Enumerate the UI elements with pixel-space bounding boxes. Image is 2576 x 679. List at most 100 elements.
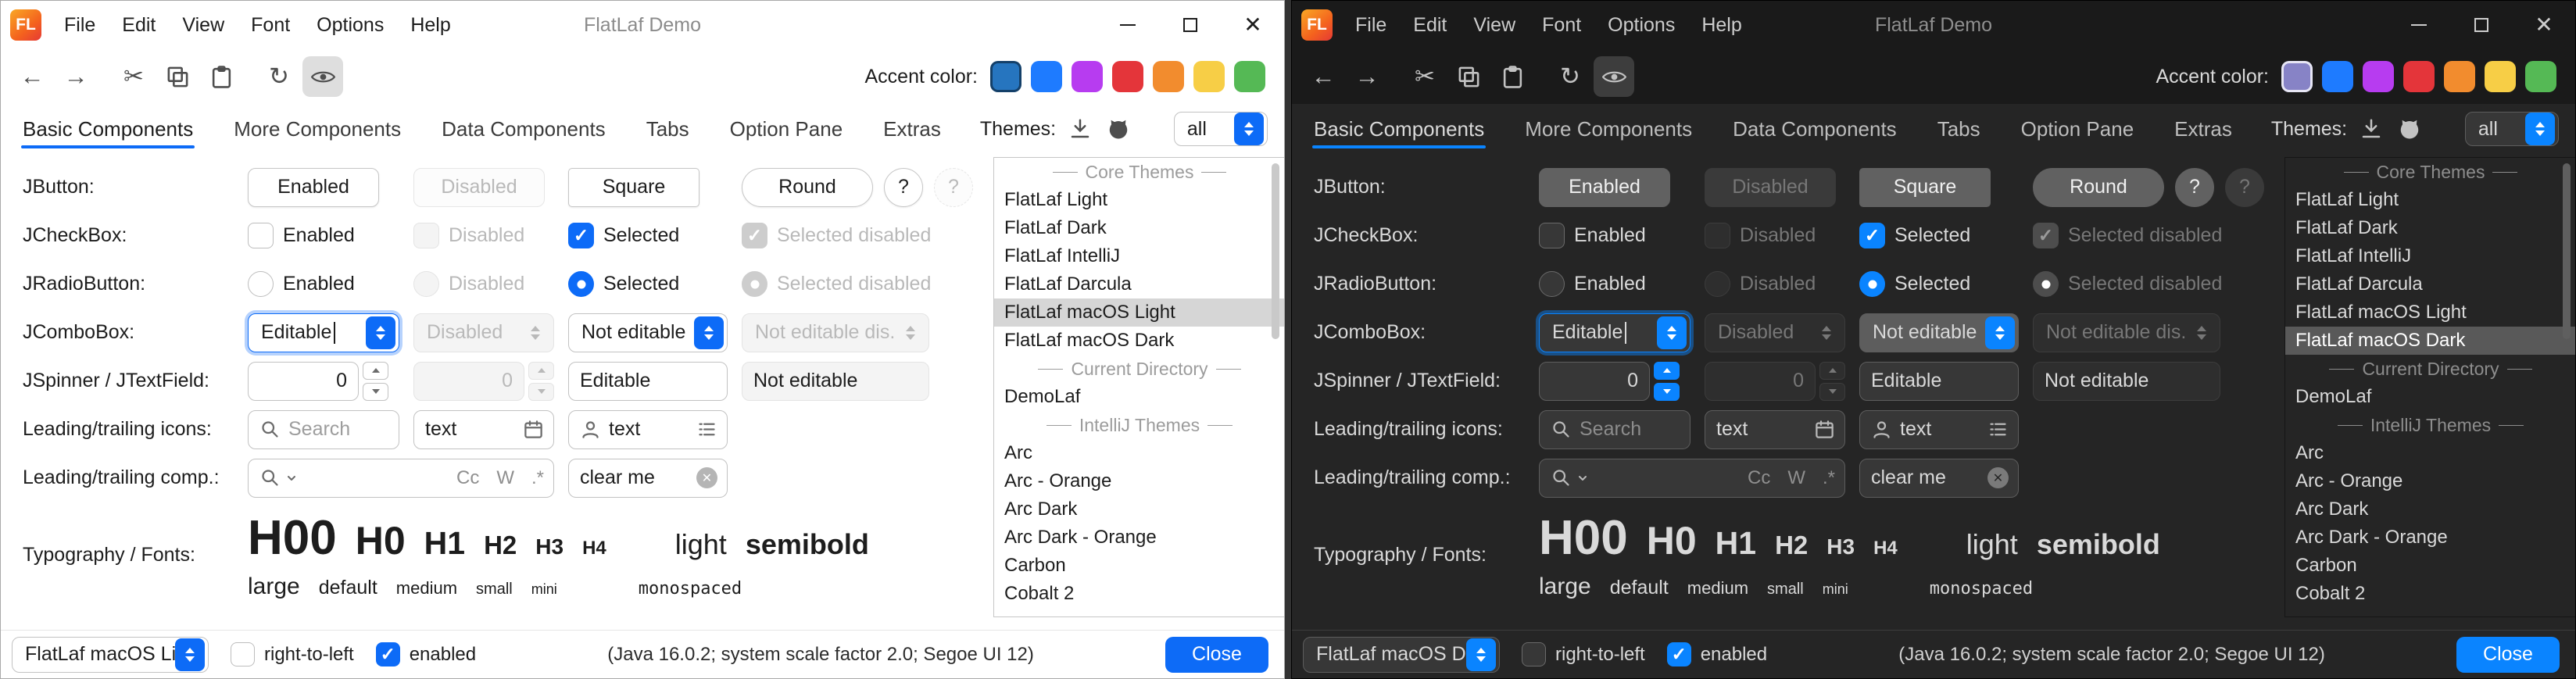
tab-option-pane[interactable]: Option Pane xyxy=(2020,104,2136,154)
checkbox-selected[interactable]: Selected xyxy=(1859,223,1970,248)
tab-more-components[interactable]: More Components xyxy=(1523,104,1694,154)
theme-list-item[interactable]: Cobalt 2 xyxy=(994,580,1284,608)
enabled-checkbox[interactable]: enabled xyxy=(1667,642,1767,666)
accent-color-swatch[interactable] xyxy=(2485,61,2516,92)
editable-textfield[interactable]: Editable xyxy=(1859,362,2019,401)
radio-selected[interactable]: Selected xyxy=(1859,271,1970,297)
editable-textfield[interactable]: Editable xyxy=(568,362,728,401)
theme-list-item[interactable]: FlatLaf Light xyxy=(2285,186,2575,214)
themes-list[interactable]: Core ThemesFlatLaf LightFlatLaf DarkFlat… xyxy=(2284,157,2575,617)
cut-button[interactable]: ✂ xyxy=(1404,56,1445,97)
right-to-left-checkbox[interactable]: right-to-left xyxy=(1522,642,1645,666)
editable-combobox[interactable]: Editable xyxy=(248,313,399,352)
cut-button[interactable]: ✂ xyxy=(113,56,154,97)
copy-button[interactable] xyxy=(1448,56,1489,97)
close-window-button[interactable]: ✕ xyxy=(2513,1,2575,49)
whole-words-button[interactable]: W xyxy=(1787,467,1805,489)
radio-enabled[interactable]: Enabled xyxy=(1539,271,1646,297)
theme-list-item[interactable]: FlatLaf macOS Dark xyxy=(2285,327,2575,355)
accent-color-swatch[interactable] xyxy=(2281,61,2313,92)
theme-list-item[interactable]: Arc - Orange xyxy=(2285,467,2575,495)
themes-scrollbar[interactable] xyxy=(2563,163,2571,339)
search-with-options-field[interactable]: Cc W .* xyxy=(248,459,554,498)
theme-list-item[interactable]: FlatLaf Light xyxy=(994,186,1284,214)
theme-list-item[interactable]: Arc Dark xyxy=(2285,495,2575,524)
theme-list-item[interactable]: FlatLaf IntelliJ xyxy=(994,242,1284,270)
clear-icon[interactable]: ✕ xyxy=(696,467,717,488)
back-button[interactable]: ← xyxy=(1303,56,1343,97)
tab-data-components[interactable]: Data Components xyxy=(440,104,607,154)
checkbox-selected[interactable]: Selected xyxy=(568,223,679,248)
enabled-checkbox[interactable]: enabled xyxy=(376,642,476,666)
theme-list-item[interactable]: Carbon xyxy=(994,552,1284,580)
accent-color-swatch[interactable] xyxy=(1193,61,1225,92)
tab-basic-components[interactable]: Basic Components xyxy=(21,104,195,154)
theme-list-item[interactable]: Carbon xyxy=(2285,552,2575,580)
list-icon[interactable] xyxy=(1987,419,2009,440)
noneditable-combobox[interactable]: Not editable xyxy=(1859,313,2019,352)
regex-button[interactable]: .* xyxy=(1823,467,1835,489)
tab-extras[interactable]: Extras xyxy=(2173,104,2234,154)
tab-tabs[interactable]: Tabs xyxy=(1936,104,1982,154)
calendar-icon[interactable] xyxy=(1814,419,1835,440)
help-button[interactable]: ? xyxy=(884,168,923,207)
github-button[interactable] xyxy=(1104,115,1132,143)
accent-color-swatch[interactable] xyxy=(1072,61,1103,92)
match-case-button[interactable]: Cc xyxy=(456,467,479,489)
radio-selected[interactable]: Selected xyxy=(568,271,679,297)
forward-button[interactable]: → xyxy=(1347,56,1387,97)
github-button[interactable] xyxy=(2395,115,2424,143)
match-case-button[interactable]: Cc xyxy=(1748,467,1770,489)
copy-button[interactable] xyxy=(157,56,198,97)
user-field[interactable]: text xyxy=(568,410,728,449)
theme-list-item[interactable]: Arc Dark xyxy=(994,495,1284,524)
theme-list-item[interactable]: DemoLaf xyxy=(994,383,1284,411)
laf-combobox[interactable]: FlatLaf macOS Li... xyxy=(12,637,209,673)
close-button[interactable]: Close xyxy=(1165,637,1268,673)
menu-options[interactable]: Options xyxy=(303,1,397,49)
clearable-field[interactable]: clear me ✕ xyxy=(568,459,728,498)
accent-color-swatch[interactable] xyxy=(2363,61,2394,92)
accent-color-swatch[interactable] xyxy=(2403,61,2435,92)
user-field[interactable]: text xyxy=(1859,410,2019,449)
download-theme-button[interactable] xyxy=(2357,115,2385,143)
spinner-down-button[interactable] xyxy=(363,383,388,401)
theme-list-item[interactable]: FlatLaf macOS Light xyxy=(2285,298,2575,327)
theme-list-item[interactable]: FlatLaf macOS Dark xyxy=(994,327,1284,355)
right-to-left-checkbox[interactable]: right-to-left xyxy=(231,642,354,666)
spinner[interactable]: 0 xyxy=(248,362,388,401)
theme-list-item[interactable]: FlatLaf macOS Light xyxy=(994,298,1284,327)
theme-list-item[interactable]: FlatLaf Dark xyxy=(994,214,1284,242)
menu-view[interactable]: View xyxy=(1460,1,1529,49)
laf-combobox[interactable]: FlatLaf macOS D... xyxy=(1303,637,1500,673)
eye-toggle-button[interactable] xyxy=(1594,56,1634,97)
back-button[interactable]: ← xyxy=(12,56,52,97)
checkbox-enabled[interactable]: Enabled xyxy=(1539,223,1646,248)
list-icon[interactable] xyxy=(696,419,717,440)
menu-edit[interactable]: Edit xyxy=(109,1,169,49)
chevron-down-icon[interactable] xyxy=(1576,472,1589,484)
accent-color-swatch[interactable] xyxy=(1234,61,1265,92)
chevron-down-icon[interactable] xyxy=(285,472,298,484)
themes-scrollbar[interactable] xyxy=(1272,163,1279,339)
clearable-field[interactable]: clear me ✕ xyxy=(1859,459,2019,498)
search-field[interactable]: Search xyxy=(1539,410,1690,449)
accent-color-swatch[interactable] xyxy=(1112,61,1143,92)
spinner-down-button[interactable] xyxy=(1654,383,1680,401)
close-window-button[interactable]: ✕ xyxy=(1222,1,1284,49)
spinner-up-button[interactable] xyxy=(363,362,388,380)
theme-list-item[interactable]: DemoLaf xyxy=(2285,383,2575,411)
tab-extras[interactable]: Extras xyxy=(882,104,943,154)
theme-filter-combo[interactable]: all xyxy=(1174,112,1268,146)
round-button[interactable]: Round xyxy=(2033,168,2164,207)
theme-list-item[interactable]: Arc Dark - Orange xyxy=(2285,524,2575,552)
accent-color-swatch[interactable] xyxy=(2444,61,2475,92)
tab-more-components[interactable]: More Components xyxy=(232,104,402,154)
spinner-up-button[interactable] xyxy=(1654,362,1680,380)
menu-options[interactable]: Options xyxy=(1594,1,1688,49)
menu-file[interactable]: File xyxy=(1342,1,1400,49)
minimize-button[interactable] xyxy=(1097,1,1159,49)
editable-combobox[interactable]: Editable xyxy=(1539,313,1690,352)
checkbox-enabled[interactable]: Enabled xyxy=(248,223,355,248)
menu-help[interactable]: Help xyxy=(1688,1,1755,49)
